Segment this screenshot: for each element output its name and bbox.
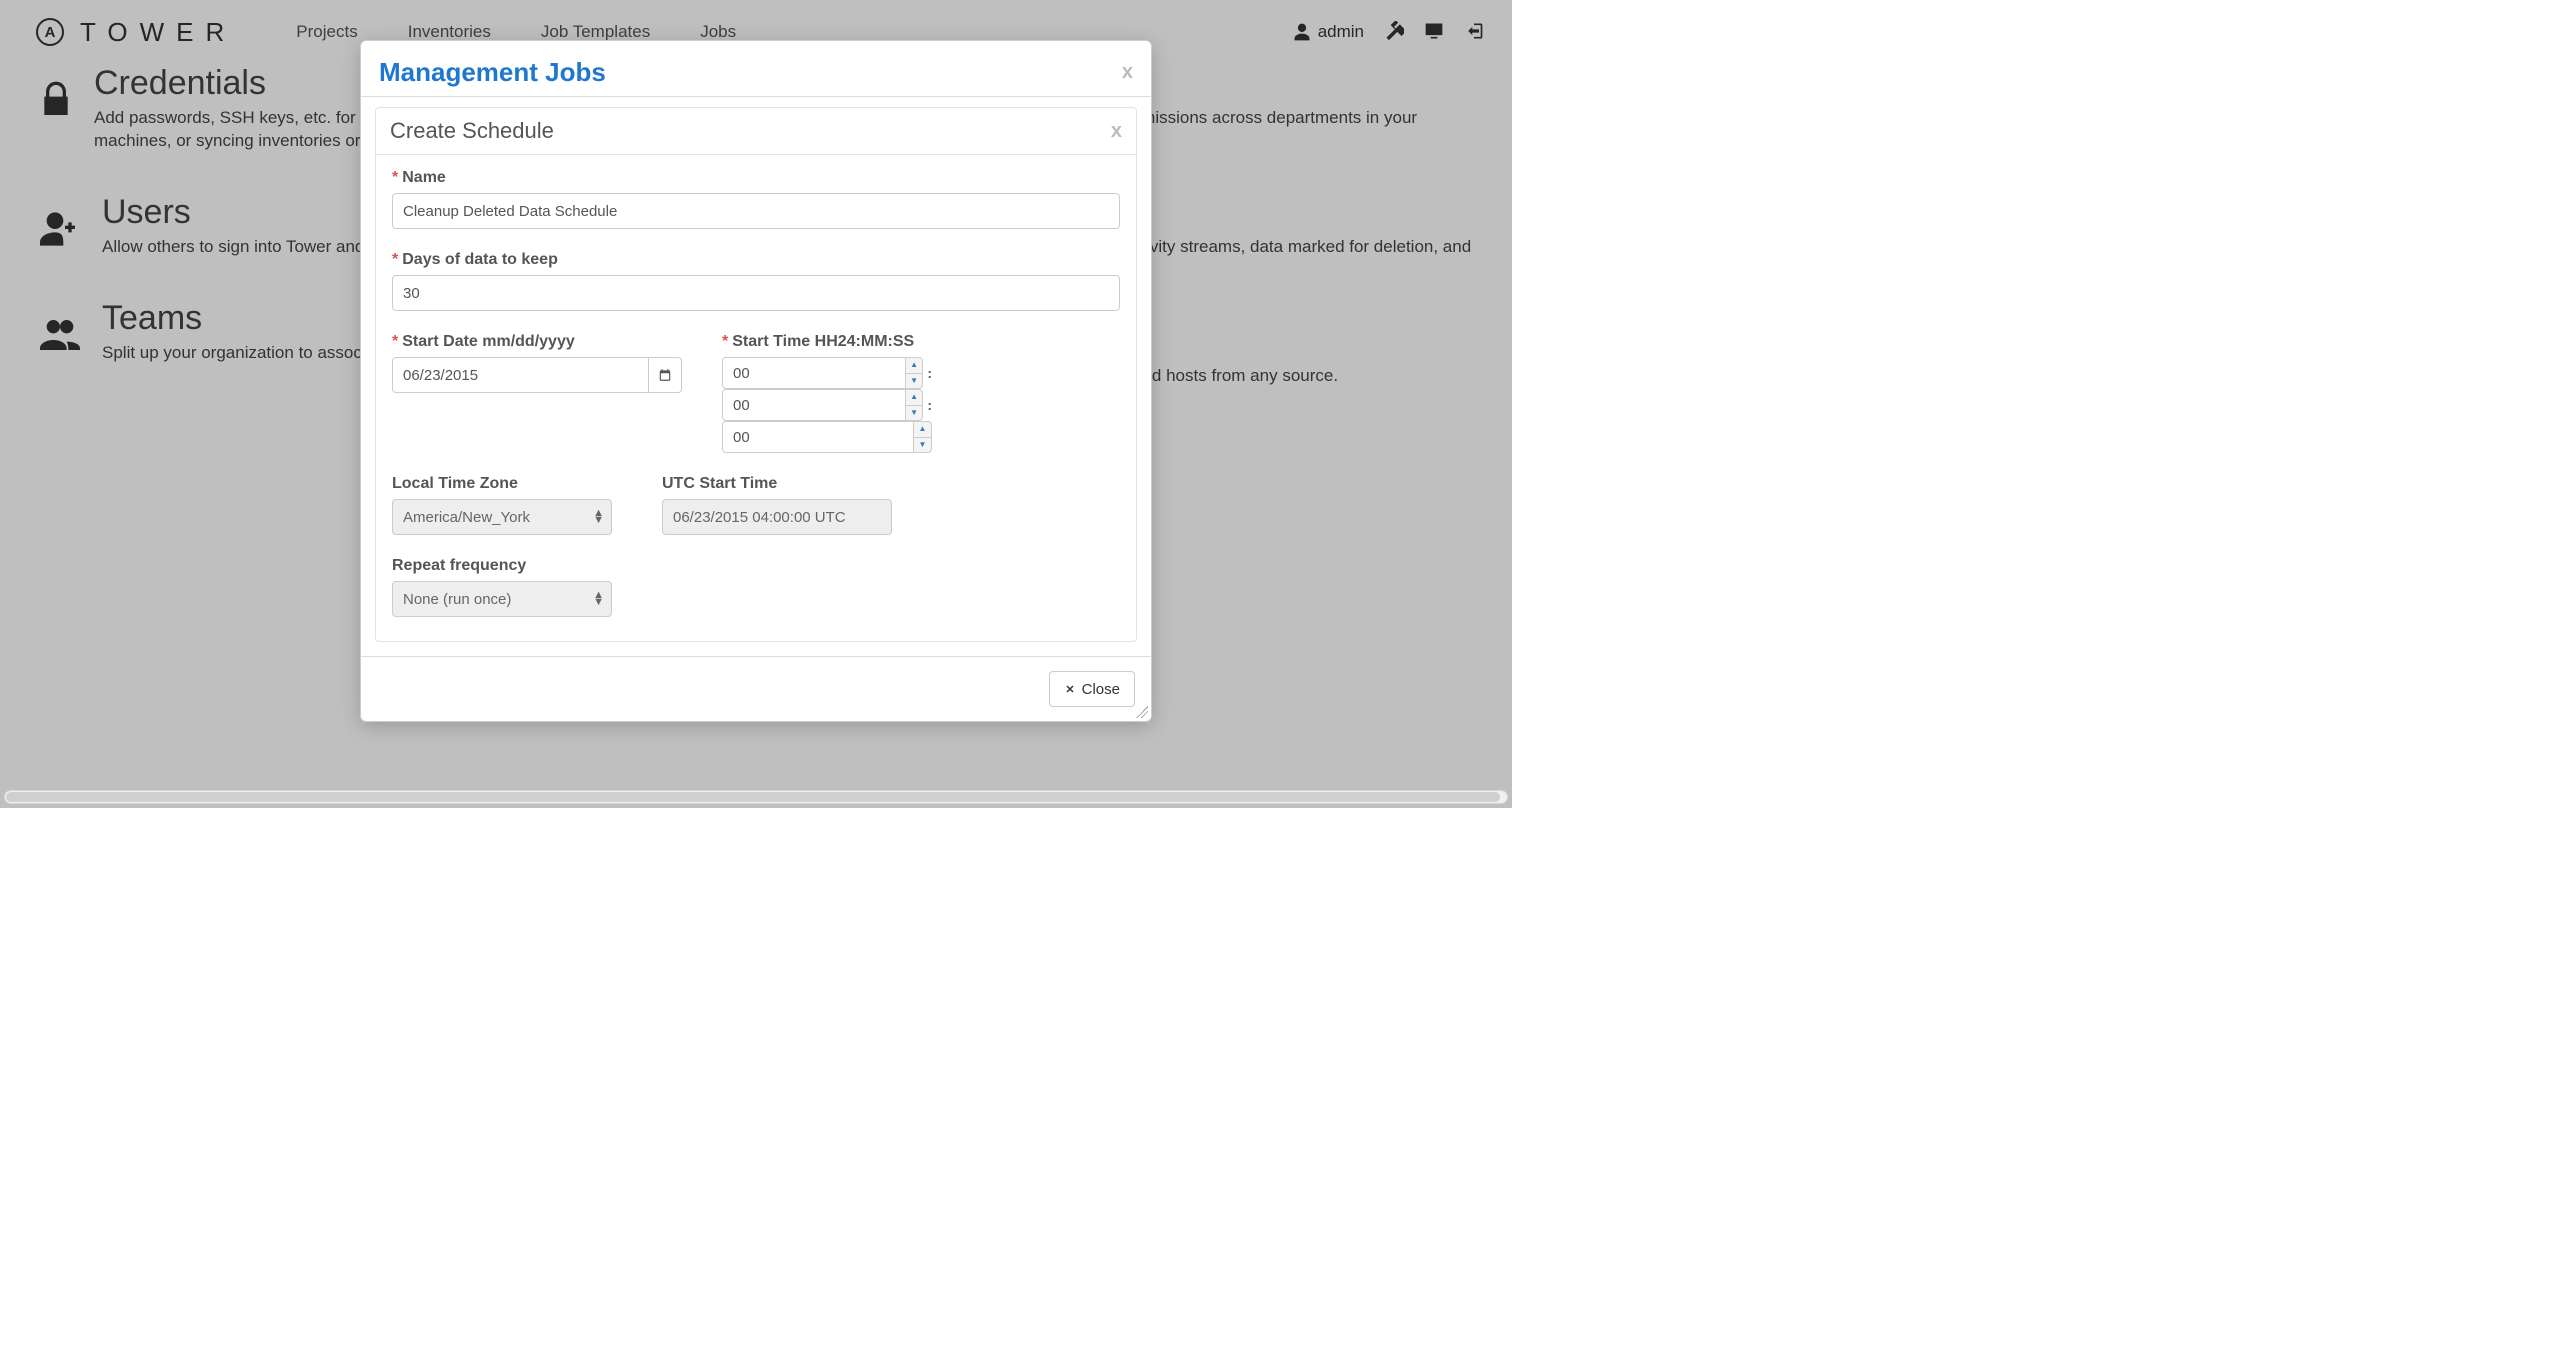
window-scrollbar[interactable] (4, 790, 1508, 804)
minute-input[interactable] (722, 389, 906, 421)
field-start-date: *Start Date mm/dd/yyyy (392, 333, 682, 453)
spin-down-icon[interactable]: ▼ (906, 406, 922, 421)
field-repeat: Repeat frequency ▲▼ (392, 557, 622, 617)
label-timezone: Local Time Zone (392, 475, 622, 493)
field-days: *Days of data to keep (392, 251, 1120, 311)
name-input[interactable] (392, 193, 1120, 229)
spin-down-icon[interactable]: ▼ (914, 438, 931, 453)
label-start-date: *Start Date mm/dd/yyyy (392, 333, 682, 351)
days-input[interactable] (392, 275, 1120, 311)
close-button[interactable]: Close (1049, 671, 1135, 707)
resize-grip-icon[interactable] (1136, 706, 1148, 718)
modal-close-icon[interactable]: x (1122, 61, 1133, 84)
spin-up-icon[interactable]: ▲ (914, 422, 931, 438)
hour-spinner[interactable]: ▲ ▼ (906, 357, 923, 389)
panel-close-icon[interactable]: x (1111, 120, 1122, 143)
spin-up-icon[interactable]: ▲ (906, 390, 922, 406)
close-icon (1064, 683, 1076, 695)
label-start-time: *Start Time HH24:MM:SS (722, 333, 1120, 351)
field-start-time: *Start Time HH24:MM:SS ▲ ▼ : (722, 333, 1120, 453)
start-date-input[interactable] (392, 357, 649, 393)
minute-spinner[interactable]: ▲ ▼ (906, 389, 923, 421)
second-spinner[interactable]: ▲ ▼ (914, 421, 932, 453)
field-timezone: Local Time Zone ▲▼ (392, 475, 622, 535)
field-utc: UTC Start Time (662, 475, 892, 535)
spin-up-icon[interactable]: ▲ (906, 358, 922, 374)
timezone-select[interactable] (392, 499, 612, 535)
label-name: *Name (392, 169, 1120, 187)
field-name: *Name (392, 169, 1120, 229)
panel-title: Create Schedule (390, 118, 1111, 144)
utc-display (662, 499, 892, 535)
modal-header: Management Jobs x (361, 41, 1151, 97)
label-repeat: Repeat frequency (392, 557, 622, 575)
second-input[interactable] (722, 421, 914, 453)
modal-footer: Close (361, 656, 1151, 721)
modal-body[interactable]: Create Schedule x *Name *Days of data to… (361, 97, 1151, 656)
hour-input[interactable] (722, 357, 906, 389)
modal-title: Management Jobs (379, 57, 1122, 88)
calendar-button[interactable] (649, 357, 682, 393)
scrollbar-thumb[interactable] (6, 792, 1500, 802)
repeat-select[interactable] (392, 581, 612, 617)
management-jobs-modal: Management Jobs x Create Schedule x *Nam… (360, 40, 1152, 722)
label-days: *Days of data to keep (392, 251, 1120, 269)
create-schedule-panel: Create Schedule x *Name *Days of data to… (375, 107, 1137, 642)
calendar-icon (658, 368, 672, 382)
spin-down-icon[interactable]: ▼ (906, 374, 922, 389)
panel-header: Create Schedule x (376, 108, 1136, 155)
label-utc: UTC Start Time (662, 475, 892, 493)
